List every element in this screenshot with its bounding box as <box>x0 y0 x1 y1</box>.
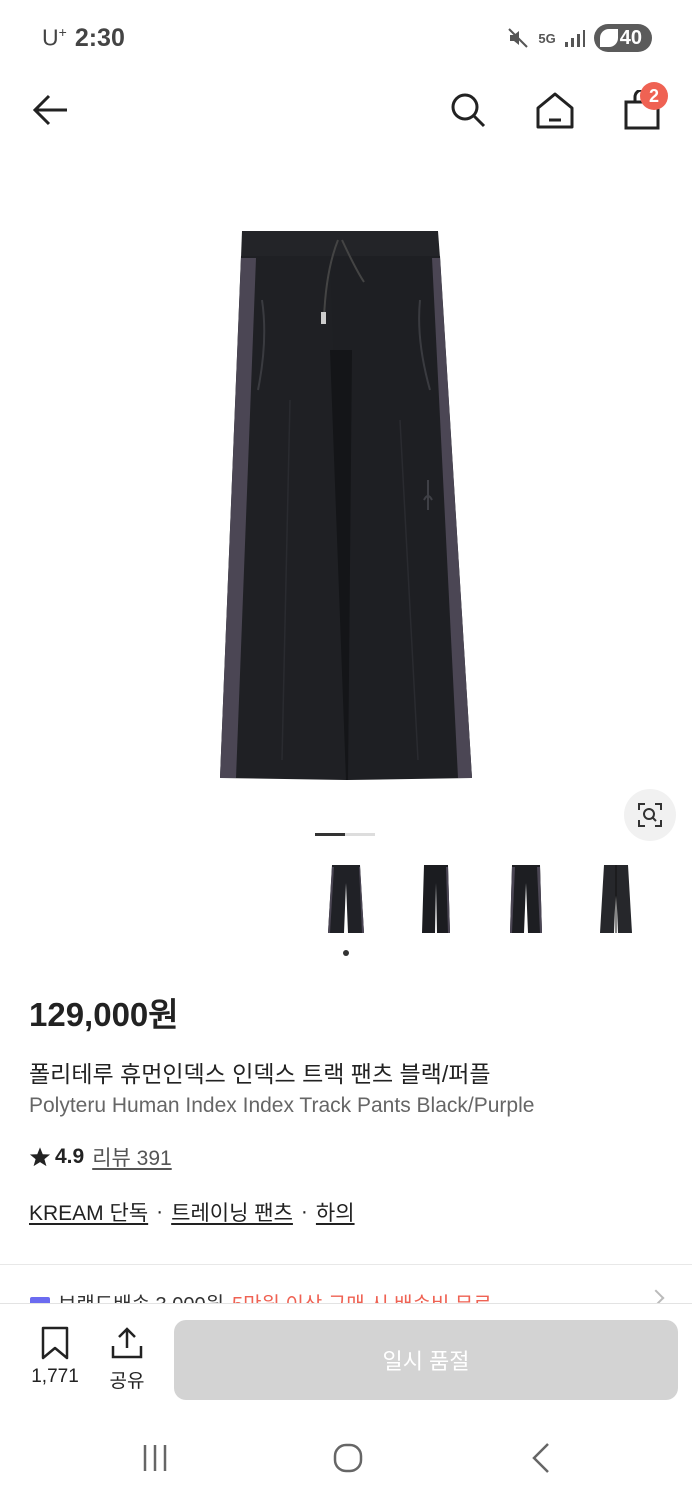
chevron-right-icon <box>647 1289 665 1304</box>
home-icon <box>536 92 574 129</box>
thumbnail-4[interactable] <box>572 855 660 943</box>
category-breadcrumb: KREAM 단독 · 트레이닝 팬츠 · 하의 <box>29 1197 355 1227</box>
shipping-brand: 브랜드배송 3,000원 <box>58 1288 224 1304</box>
power-saving-icon <box>599 29 618 47</box>
status-right: 5G 40 <box>506 24 652 52</box>
share-button[interactable]: 공유 <box>97 1326 157 1393</box>
back-button[interactable] <box>26 86 74 134</box>
rating-row: 4.9 리뷰 391 <box>29 1142 172 1172</box>
breadcrumb-bottoms[interactable]: 하의 <box>316 1197 355 1227</box>
back-arrow-icon <box>32 94 67 126</box>
mute-icon <box>508 28 529 48</box>
battery-indicator: 40 <box>593 24 652 52</box>
pager-indicator <box>345 833 375 836</box>
thumbnail-image <box>600 865 632 933</box>
signal-icon <box>564 30 585 47</box>
product-main-image[interactable] <box>0 200 692 800</box>
carrier-label: U+ <box>42 24 67 51</box>
thumbnail-strip <box>300 855 692 945</box>
bookmark-button[interactable]: 1,771 <box>25 1326 85 1388</box>
home-button[interactable] <box>531 86 579 134</box>
review-link[interactable]: 리뷰 391 <box>92 1142 172 1172</box>
cart-count-badge: 2 <box>640 82 668 110</box>
shipping-info-row[interactable]: 브랜드배송 3,000원 5만원 이상 구매 시 배송비 무료 <box>0 1282 692 1304</box>
share-label: 공유 <box>109 1371 145 1392</box>
bookmark-count: 1,771 <box>31 1366 79 1387</box>
product-name-en: Polyteru Human Index Index Track Pants B… <box>29 1094 535 1117</box>
product-name-ko: 폴리테루 휴먼인덱스 인덱스 트랙 팬츠 블랙/퍼플 <box>29 1061 491 1087</box>
recent-apps-button[interactable] <box>138 1441 172 1475</box>
top-nav: 2 <box>0 80 692 140</box>
shipping-free-note: 5만원 이상 구매 시 배송비 무료 <box>232 1288 492 1304</box>
recent-apps-icon <box>143 1445 167 1471</box>
clock: 2:30 <box>74 24 125 52</box>
image-pager <box>315 833 375 836</box>
system-back-button[interactable] <box>526 1441 556 1475</box>
breadcrumb-separator: · <box>300 1200 308 1223</box>
status-left: U+ 2:30 <box>42 24 125 53</box>
lens-search-button[interactable] <box>624 789 676 841</box>
search-button[interactable] <box>444 86 492 134</box>
network-type: 5G <box>538 30 556 46</box>
battery-level: 40 <box>619 26 642 49</box>
breadcrumb-training-pants[interactable]: 트레이닝 팬츠 <box>171 1197 293 1227</box>
section-divider <box>0 1264 692 1265</box>
thumbnail-1[interactable] <box>302 855 390 943</box>
product-price: 129,000원 <box>29 996 179 1033</box>
thumbnail-selected-dot <box>343 950 349 956</box>
thumbnail-image <box>328 865 364 933</box>
soldout-button[interactable]: 일시 품절 <box>174 1320 678 1400</box>
rating-value: 4.9 <box>55 1145 85 1168</box>
pants-illustration <box>220 231 472 780</box>
breadcrumb-kream-exclusive[interactable]: KREAM 단독 <box>29 1197 148 1227</box>
thumbnail-2[interactable] <box>392 855 480 943</box>
thumbnail-image <box>510 865 542 933</box>
lens-search-icon <box>638 803 662 827</box>
bottom-action-bar: 1,771 공유 일시 품절 <box>0 1303 692 1413</box>
system-back-icon <box>532 1443 549 1473</box>
thumbnail-3[interactable] <box>482 855 570 943</box>
breadcrumb-separator: · <box>156 1200 164 1223</box>
system-home-button[interactable] <box>330 1441 366 1475</box>
share-icon <box>111 1327 143 1359</box>
pager-indicator-active <box>315 833 345 836</box>
home-circle-icon <box>333 1443 363 1473</box>
cart-button[interactable]: 2 <box>618 82 668 134</box>
star-icon <box>29 1147 51 1167</box>
bookmark-icon <box>41 1326 69 1360</box>
thumbnail-image <box>422 865 450 933</box>
search-icon <box>451 93 486 128</box>
status-bar: U+ 2:30 5G 40 <box>0 0 692 80</box>
system-nav-bar <box>0 1413 692 1500</box>
